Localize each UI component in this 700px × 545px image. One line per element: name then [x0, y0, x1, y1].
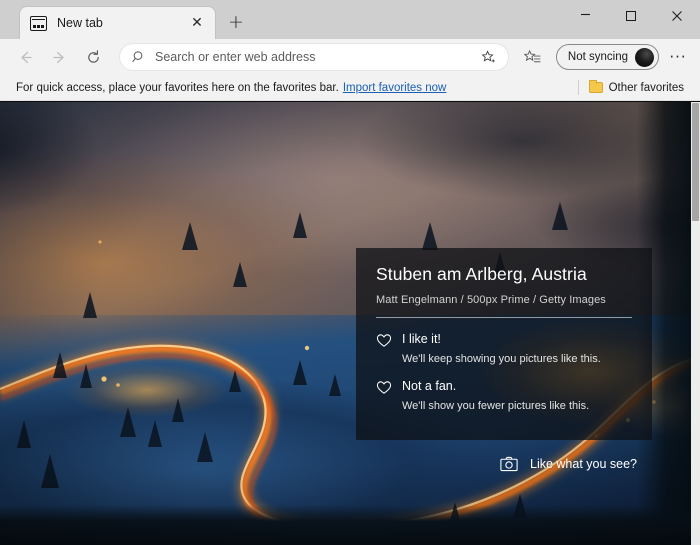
browser-window: New tab ✕ + [0, 0, 700, 545]
search-icon [132, 50, 146, 64]
heart-outline-icon [376, 332, 402, 365]
avatar [635, 48, 654, 67]
other-favorites-label[interactable]: Other favorites [609, 82, 684, 94]
like-what-you-see-prompt[interactable]: Like what you see? [500, 456, 637, 472]
heart-outline-icon [376, 379, 402, 412]
feedback-dislike-body: Not a fan. We'll show you fewer pictures… [402, 379, 632, 412]
feedback-like-title: I like it! [402, 332, 632, 346]
camera-icon [500, 456, 518, 472]
like-what-you-see-label: Like what you see? [530, 457, 637, 471]
new-tab-background-image: Stuben am Arlberg, Austria Matt Engelman… [0, 102, 700, 545]
image-info-card: Stuben am Arlberg, Austria Matt Engelman… [356, 248, 652, 440]
profile-button[interactable]: Not syncing [556, 44, 659, 70]
feedback-option-dislike[interactable]: Not a fan. We'll show you fewer pictures… [376, 379, 632, 412]
forward-button[interactable] [44, 42, 74, 72]
feedback-like-subtitle: We'll keep showing you pictures like thi… [402, 353, 632, 365]
minimize-button[interactable] [562, 0, 608, 32]
collections-button[interactable] [518, 42, 548, 72]
image-credit: Matt Engelmann / 500px Prime / Getty Ima… [376, 294, 632, 306]
settings-and-more-button[interactable]: ··· [664, 43, 692, 71]
back-button[interactable] [10, 42, 40, 72]
import-favorites-link[interactable]: Import favorites now [343, 82, 447, 94]
maximize-icon [626, 11, 636, 21]
address-bar[interactable] [120, 44, 508, 70]
newtab-icon [30, 16, 47, 31]
close-window-button[interactable] [654, 0, 700, 32]
refresh-icon [85, 49, 102, 66]
address-input[interactable] [155, 50, 478, 64]
window-controls [562, 0, 700, 32]
close-tab-icon[interactable]: ✕ [187, 13, 207, 33]
close-icon [671, 10, 683, 22]
collections-icon [524, 49, 541, 66]
favorites-bar-right: Other favorites [578, 80, 692, 95]
tab-strip: New tab ✕ + [0, 0, 700, 39]
scrollbar-thumb[interactable] [692, 103, 699, 221]
favorites-bar-message: For quick access, place your favorites h… [16, 82, 339, 94]
folder-icon [589, 82, 603, 93]
divider [376, 317, 632, 318]
profile-label: Not syncing [568, 51, 628, 63]
add-favorite-star-icon[interactable] [478, 46, 500, 68]
refresh-button[interactable] [78, 42, 108, 72]
feedback-dislike-subtitle: We'll show you fewer pictures like this. [402, 400, 632, 412]
maximize-button[interactable] [608, 0, 654, 32]
feedback-dislike-title: Not a fan. [402, 379, 632, 393]
page-scrollbar[interactable] [691, 102, 700, 545]
tab-title: New tab [57, 16, 187, 30]
tab-new-tab[interactable]: New tab ✕ [20, 7, 215, 39]
feedback-option-like[interactable]: I like it! We'll keep showing you pictur… [376, 332, 632, 365]
browser-toolbar: Not syncing ··· [0, 39, 700, 75]
arrow-left-icon [17, 49, 34, 66]
favorites-bar: For quick access, place your favorites h… [0, 75, 700, 101]
toolbar-right-actions: Not syncing ··· [516, 42, 692, 72]
feedback-like-body: I like it! We'll keep showing you pictur… [402, 332, 632, 365]
arrow-right-icon [51, 49, 68, 66]
divider [578, 80, 579, 95]
new-tab-button[interactable]: + [221, 7, 251, 37]
minimize-icon [580, 9, 591, 20]
image-title: Stuben am Arlberg, Austria [376, 264, 632, 285]
